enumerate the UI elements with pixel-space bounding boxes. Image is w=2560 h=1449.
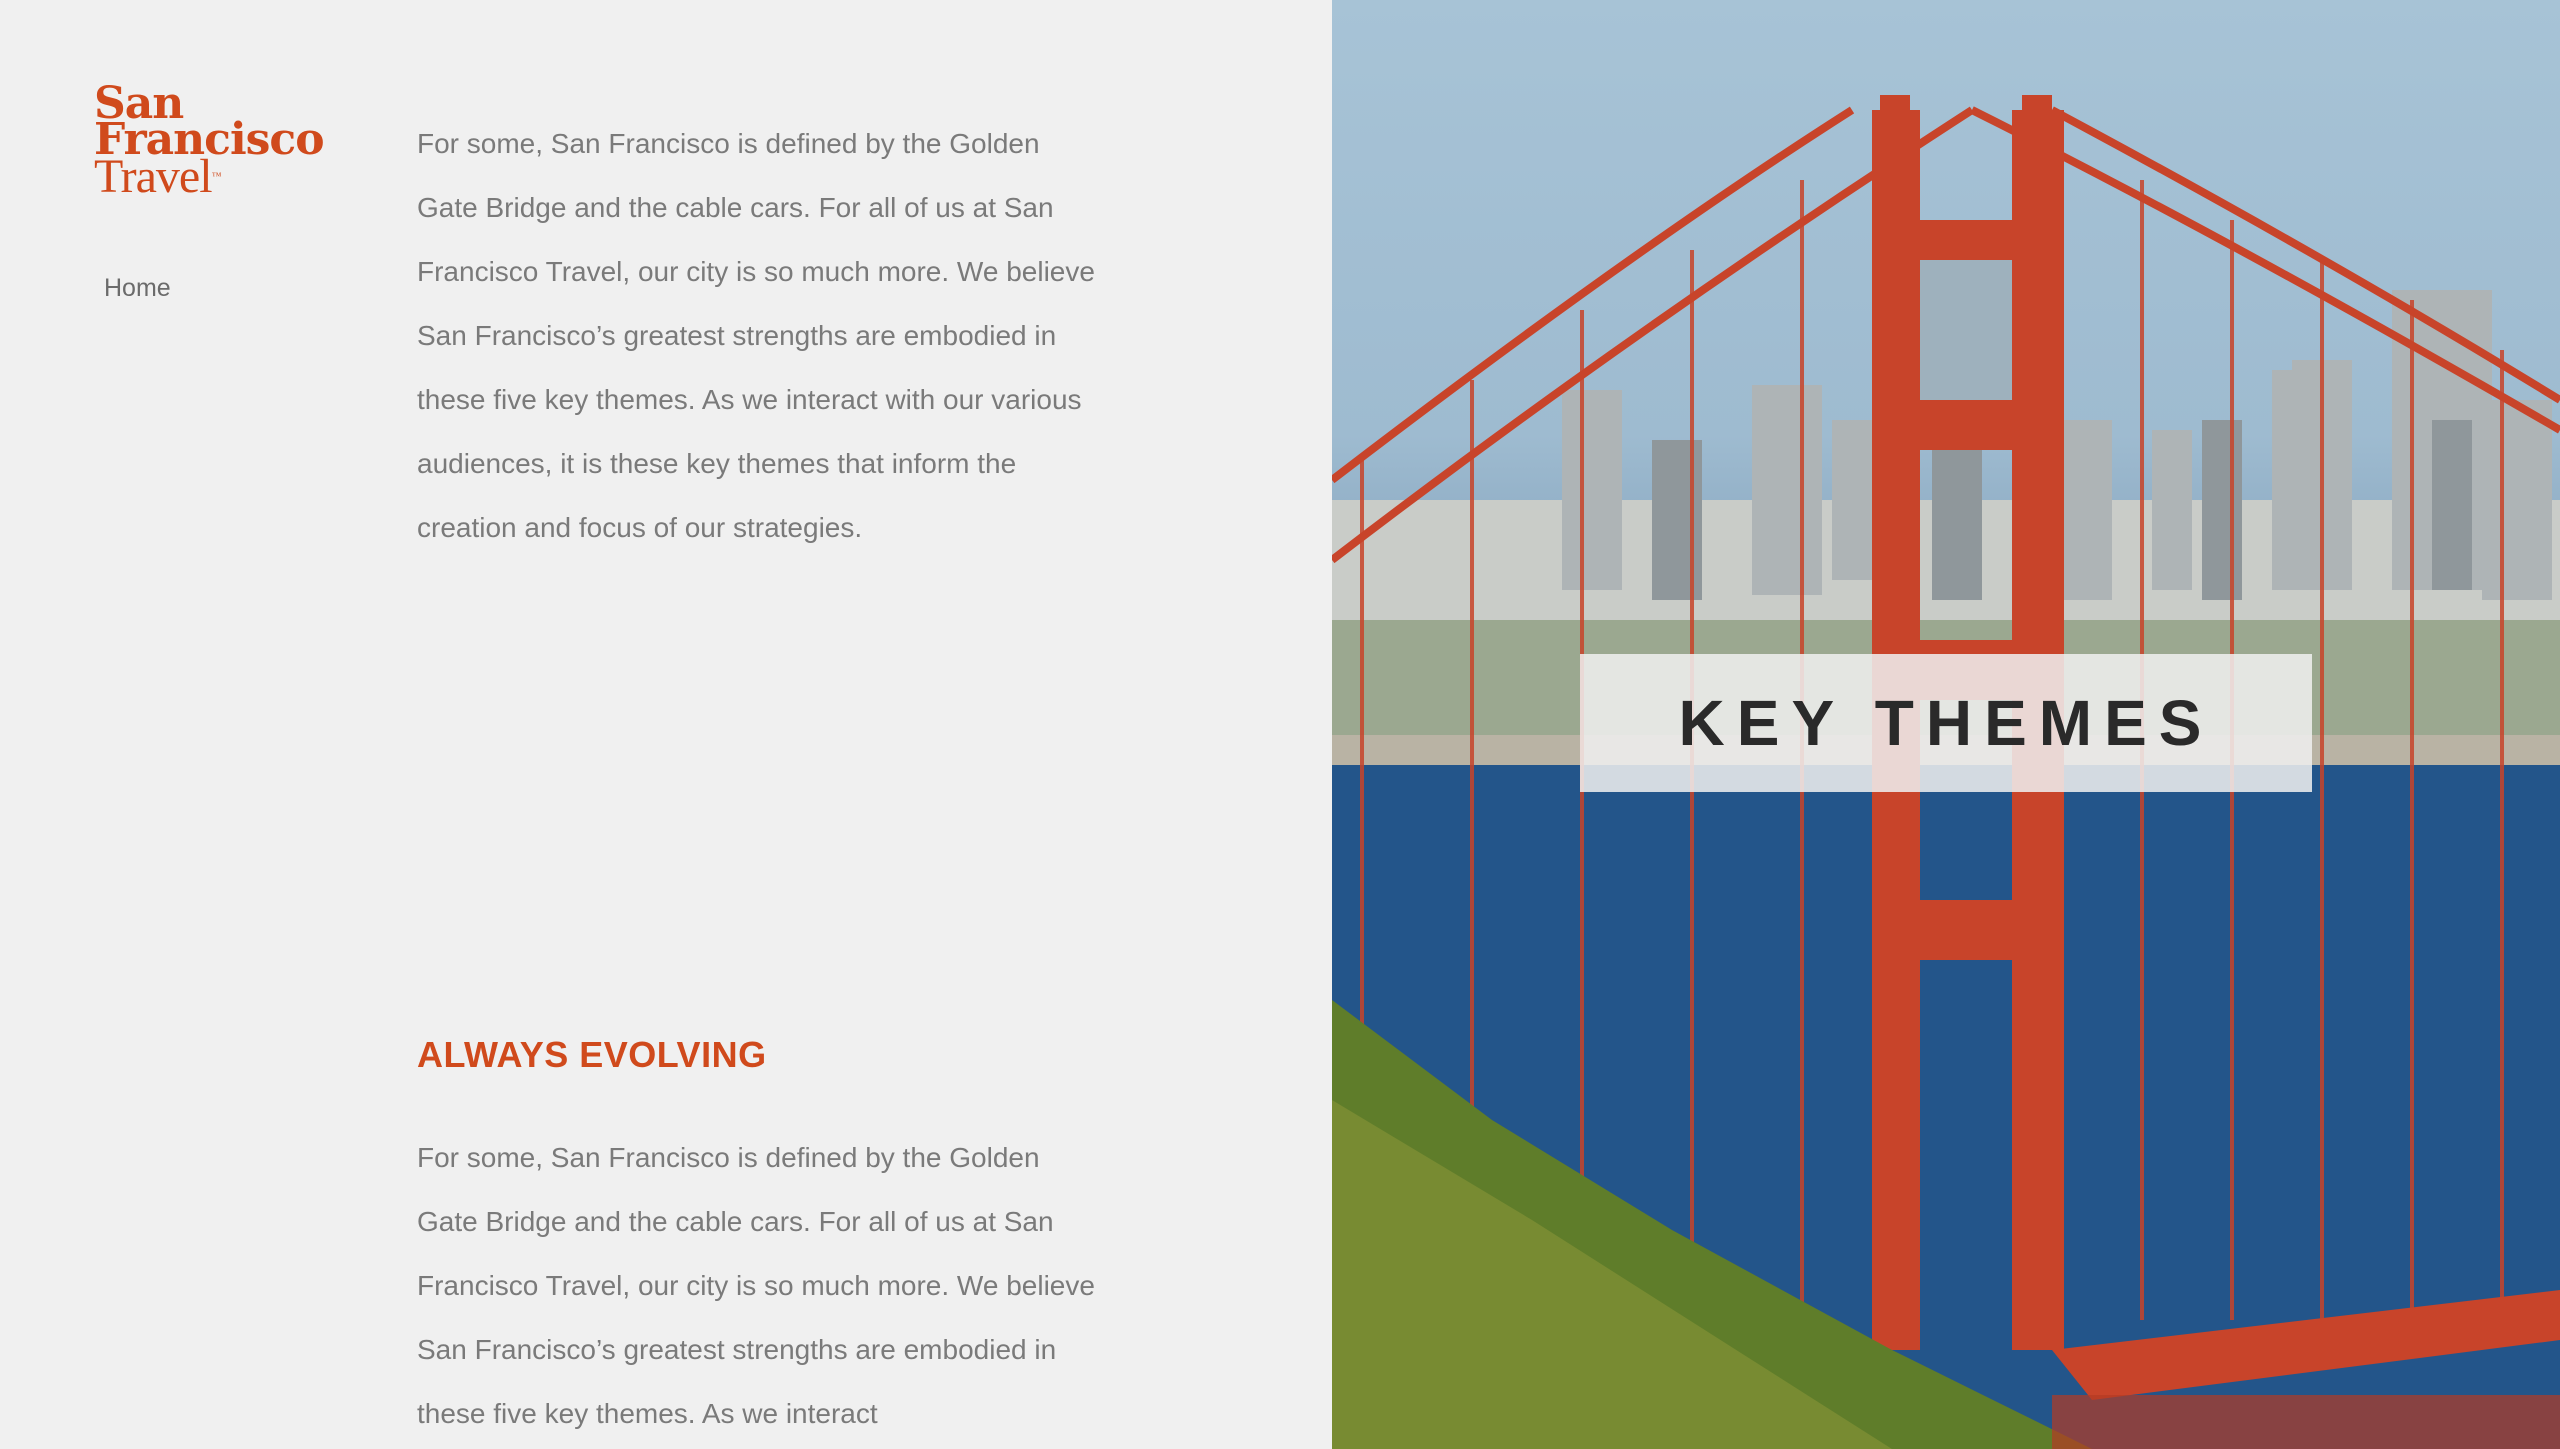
intro-paragraph: For some, San Francisco is defined by th…	[417, 128, 1095, 543]
section-heading: ALWAYS EVOLVING	[417, 1034, 767, 1075]
intro-section: For some, San Francisco is defined by th…	[417, 112, 1097, 560]
golden-gate-bridge-photo: KEY THEMES	[1332, 0, 2560, 1449]
nav-item-home[interactable]: Home	[104, 274, 171, 303]
trademark-symbol: ™	[211, 171, 222, 182]
section-paragraph: For some, San Francisco is defined by th…	[417, 1142, 1095, 1429]
left-panel: San Francisco Travel™ Home For some, San…	[0, 0, 1332, 1449]
main-nav: Home	[104, 274, 171, 303]
key-themes-title: KEY THEMES	[1678, 687, 2214, 759]
key-themes-banner: KEY THEMES	[1580, 654, 2312, 792]
san-francisco-travel-logo[interactable]: San Francisco Travel™	[94, 82, 344, 201]
page: San Francisco Travel™ Home For some, San…	[0, 0, 2560, 1449]
always-evolving-section: For some, San Francisco is defined by th…	[417, 1126, 1097, 1446]
